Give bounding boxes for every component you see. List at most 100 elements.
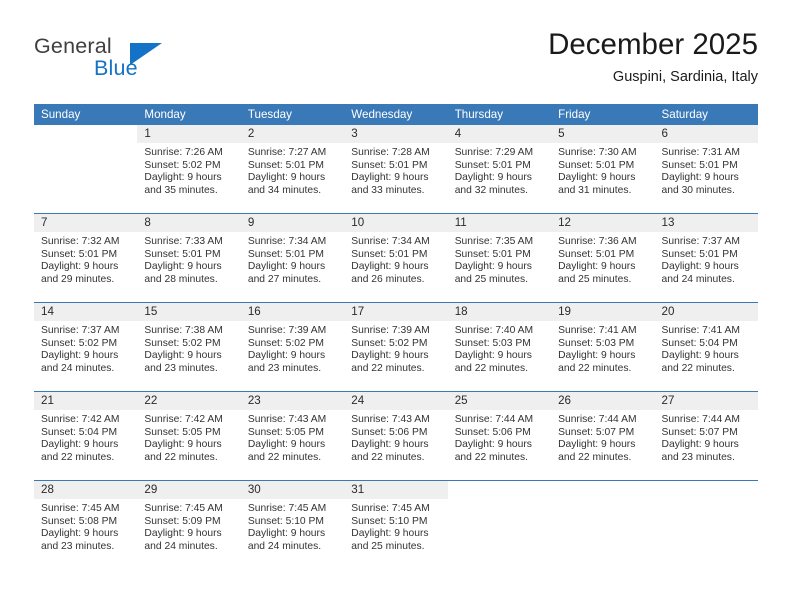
- day-number-empty: [654, 481, 758, 499]
- day-number[interactable]: 3: [344, 125, 448, 143]
- day-cell[interactable]: Sunrise: 7:44 AM Sunset: 5:07 PM Daylight:…: [654, 410, 758, 480]
- day-cell[interactable]: Sunrise: 7:42 AM Sunset: 5:04 PM Daylight:…: [34, 410, 138, 480]
- day-info-line: Daylight: 9 hours: [41, 528, 119, 540]
- day-number[interactable]: 22: [137, 392, 241, 410]
- day-info-line: Sunset: 5:07 PM: [558, 426, 635, 438]
- day-info-line: Daylight: 9 hours: [558, 172, 636, 184]
- day-cell[interactable]: Sunrise: 7:34 AM Sunset: 5:01 PM Daylight:…: [240, 232, 345, 302]
- day-cell[interactable]: Sunrise: 7:43 AM Sunset: 5:05 PM Daylight:…: [240, 410, 345, 480]
- day-number[interactable]: 9: [240, 214, 345, 232]
- day-number[interactable]: 18: [447, 303, 552, 321]
- day-number[interactable]: 12: [551, 214, 655, 232]
- day-info-line: Daylight: 9 hours: [144, 261, 222, 273]
- day-number[interactable]: 13: [654, 214, 758, 232]
- day-info-line: Sunrise: 7:36 AM: [558, 236, 637, 247]
- day-number[interactable]: 31: [344, 481, 448, 499]
- day-info-line: Daylight: 9 hours: [247, 350, 326, 362]
- day-cell[interactable]: Sunrise: 7:45 AM Sunset: 5:08 PM Daylight:…: [34, 499, 138, 569]
- day-cell[interactable]: Sunrise: 7:38 AM Sunset: 5:02 PM Daylight:…: [137, 321, 241, 391]
- day-cell[interactable]: Sunrise: 7:30 AM Sunset: 5:01 PM Daylight:…: [551, 143, 655, 213]
- day-cell[interactable]: Sunrise: 7:45 AM Sunset: 5:10 PM Daylight:…: [240, 499, 345, 569]
- day-number[interactable]: 26: [551, 392, 655, 410]
- day-cell[interactable]: Sunrise: 7:33 AM Sunset: 5:01 PM Daylight:…: [137, 232, 241, 302]
- day-info-line: and 34 minutes.: [247, 184, 322, 196]
- day-cell[interactable]: Sunrise: 7:31 AM Sunset: 5:01 PM Daylight:…: [654, 143, 758, 213]
- day-info-line: Sunset: 5:01 PM: [144, 248, 221, 260]
- day-info-line: Sunset: 5:09 PM: [144, 515, 221, 527]
- day-cell[interactable]: Sunrise: 7:41 AM Sunset: 5:04 PM Daylight:…: [654, 321, 758, 391]
- day-cell[interactable]: Sunrise: 7:39 AM Sunset: 5:02 PM Daylight:…: [344, 321, 448, 391]
- day-cell[interactable]: Sunrise: 7:43 AM Sunset: 5:06 PM Daylight:…: [344, 410, 448, 480]
- day-number[interactable]: 5: [551, 125, 655, 143]
- day-cell[interactable]: Sunrise: 7:26 AM Sunset: 5:02 PM Daylight:…: [137, 143, 241, 213]
- day-info-line: Sunrise: 7:45 AM: [144, 503, 223, 514]
- day-cell[interactable]: Sunrise: 7:40 AM Sunset: 5:03 PM Daylight:…: [447, 321, 552, 391]
- day-info-line: Sunset: 5:10 PM: [247, 515, 324, 527]
- logo[interactable]: General Blue: [34, 34, 224, 90]
- day-number[interactable]: 4: [447, 125, 552, 143]
- day-info-line: Sunset: 5:02 PM: [41, 337, 118, 349]
- day-cell[interactable]: Sunrise: 7:45 AM Sunset: 5:10 PM Daylight:…: [344, 499, 448, 569]
- day-info-line: Sunset: 5:04 PM: [41, 426, 118, 438]
- day-info-line: and 22 minutes.: [351, 362, 425, 374]
- day-cell[interactable]: Sunrise: 7:45 AM Sunset: 5:09 PM Daylight:…: [137, 499, 241, 569]
- day-cell[interactable]: Sunrise: 7:28 AM Sunset: 5:01 PM Daylight:…: [344, 143, 448, 213]
- day-info-line: Sunrise: 7:45 AM: [247, 503, 327, 514]
- day-cell[interactable]: Sunrise: 7:29 AM Sunset: 5:01 PM Daylight:…: [447, 143, 552, 213]
- day-number[interactable]: 10: [344, 214, 448, 232]
- day-cell[interactable]: Sunrise: 7:32 AM Sunset: 5:01 PM Daylight:…: [34, 232, 138, 302]
- day-cell[interactable]: Sunrise: 7:44 AM Sunset: 5:06 PM Daylight:…: [447, 410, 552, 480]
- day-info-line: Sunset: 5:07 PM: [661, 426, 738, 438]
- day-number[interactable]: 14: [34, 303, 138, 321]
- day-cell[interactable]: Sunrise: 7:36 AM Sunset: 5:01 PM Daylight:…: [551, 232, 655, 302]
- day-info-line: and 23 minutes.: [144, 362, 218, 374]
- day-number[interactable]: 27: [654, 392, 758, 410]
- day-number[interactable]: 11: [447, 214, 552, 232]
- day-number[interactable]: 25: [447, 392, 552, 410]
- day-info-line: Sunrise: 7:42 AM: [41, 414, 120, 425]
- day-info-line: Sunrise: 7:32 AM: [41, 236, 120, 247]
- day-info-line: Sunset: 5:01 PM: [41, 248, 118, 260]
- day-cell[interactable]: Sunrise: 7:27 AM Sunset: 5:01 PM Daylight:…: [240, 143, 345, 213]
- title-block: December 2025 Guspini, Sardinia, Italy: [548, 28, 758, 87]
- day-cell[interactable]: Sunrise: 7:37 AM Sunset: 5:02 PM Daylight:…: [34, 321, 138, 391]
- day-cell[interactable]: Sunrise: 7:42 AM Sunset: 5:05 PM Daylight:…: [137, 410, 241, 480]
- day-number[interactable]: 21: [34, 392, 138, 410]
- day-info-line: Sunrise: 7:28 AM: [351, 147, 430, 158]
- day-number[interactable]: 20: [654, 303, 758, 321]
- day-number[interactable]: 17: [344, 303, 448, 321]
- day-info-line: Daylight: 9 hours: [351, 350, 429, 362]
- day-number[interactable]: 2: [240, 125, 345, 143]
- day-cell[interactable]: Sunrise: 7:39 AM Sunset: 5:02 PM Daylight:…: [240, 321, 345, 391]
- day-number[interactable]: 16: [240, 303, 345, 321]
- day-number[interactable]: 15: [137, 303, 241, 321]
- day-info-line: and 29 minutes.: [41, 273, 115, 285]
- day-number[interactable]: 30: [240, 481, 345, 499]
- day-info-line: Daylight: 9 hours: [41, 439, 119, 451]
- day-info-line: Sunset: 5:01 PM: [454, 248, 531, 260]
- weekday-header-monday: Monday: [137, 104, 241, 125]
- day-number[interactable]: 1: [137, 125, 241, 143]
- day-cell[interactable]: Sunrise: 7:37 AM Sunset: 5:01 PM Daylight:…: [654, 232, 758, 302]
- day-number[interactable]: 8: [137, 214, 241, 232]
- day-number[interactable]: 23: [240, 392, 345, 410]
- day-info-line: and 22 minutes.: [144, 451, 218, 463]
- day-cell[interactable]: Sunrise: 7:44 AM Sunset: 5:07 PM Daylight:…: [551, 410, 655, 480]
- day-number[interactable]: 29: [137, 481, 241, 499]
- day-number[interactable]: 28: [34, 481, 138, 499]
- day-number[interactable]: 7: [34, 214, 138, 232]
- day-info-line: Daylight: 9 hours: [247, 528, 326, 540]
- weekday-header-tuesday: Tuesday: [240, 104, 345, 125]
- day-number[interactable]: 24: [344, 392, 448, 410]
- day-info-line: Sunrise: 7:38 AM: [144, 325, 223, 336]
- day-info-line: Sunset: 5:01 PM: [247, 248, 324, 260]
- day-number[interactable]: 6: [654, 125, 758, 143]
- day-number[interactable]: 19: [551, 303, 655, 321]
- day-info-line: Sunrise: 7:43 AM: [247, 414, 327, 425]
- day-cell[interactable]: Sunrise: 7:35 AM Sunset: 5:01 PM Daylight:…: [447, 232, 552, 302]
- day-info-row: Sunrise: 7:45 AM Sunset: 5:08 PM Daylight:…: [34, 499, 758, 569]
- day-cell[interactable]: Sunrise: 7:41 AM Sunset: 5:03 PM Daylight:…: [551, 321, 655, 391]
- day-info-line: Daylight: 9 hours: [558, 439, 636, 451]
- day-cell[interactable]: Sunrise: 7:34 AM Sunset: 5:01 PM Daylight:…: [344, 232, 448, 302]
- day-info-line: Daylight: 9 hours: [558, 350, 636, 362]
